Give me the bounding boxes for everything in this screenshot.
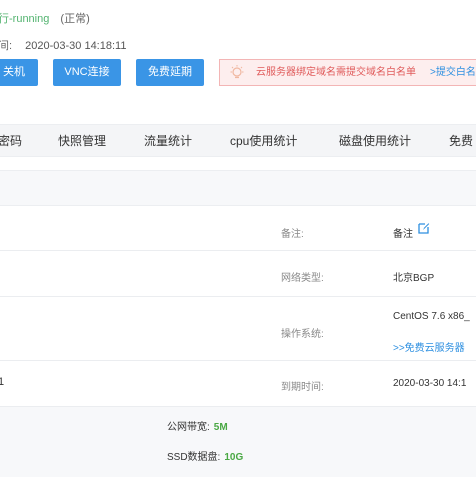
detail-tabs: 密码 快照管理 流量统计 cpu使用统计 磁盘使用统计 免费 [0,124,476,157]
os-value: CentOS 7.6 x86_ [393,311,470,322]
status-line: 行-running (正常) [0,10,90,26]
expire-time-label: 到期时间: [281,382,324,393]
tab-cpu-stats[interactable]: cpu使用统计 [230,125,297,158]
network-type-label: 网络类型: [281,273,324,284]
domain-whitelist-notice: 云服务器绑定域名需提交域名白名单 >提交白名 [219,59,476,86]
ssd-disk-value: 10G [224,452,244,463]
remark-label: 备注: [281,229,304,240]
tab-disk-stats[interactable]: 磁盘使用统计 [339,125,411,158]
network-type-value: 北京BGP [393,273,435,284]
os-label: 操作系统: [281,329,324,340]
free-server-link[interactable]: >>免费云服务器 [393,339,465,354]
left-value-fragment: 1 [0,376,5,388]
shutdown-button[interactable]: 关机 [0,59,38,86]
bandwidth-label: 公网带宽: [167,422,210,433]
row-divider [0,250,476,251]
row-divider [0,296,476,297]
tab-snapshot-management[interactable]: 快照管理 [58,125,106,158]
ssd-disk-label: SSD数据盘: [167,452,221,463]
free-renew-button[interactable]: 免费延期 [136,59,204,86]
server-detail-page: 行-running (正常) 间: 2020-03-30 14:18:11 关机… [0,0,476,477]
expire-time-value: 2020-03-30 14:1 [393,378,467,389]
row-divider [0,360,476,361]
tab-traffic-stats[interactable]: 流量统计 [144,125,192,158]
status-running-text: 行-running [0,13,50,25]
created-time-label: 间: [0,40,13,52]
tab-password[interactable]: 密码 [0,125,22,158]
lightbulb-icon [230,65,244,79]
created-time-value: 2020-03-30 14:18:11 [25,40,127,52]
vnc-connect-button[interactable]: VNC连接 [53,59,121,86]
spec-section: 公网带宽: 5M SSD数据盘: 10G [0,406,476,477]
tab-free[interactable]: 免费 [449,125,473,158]
bandwidth-spec: 公网带宽: 5M [167,418,228,433]
edit-icon[interactable] [417,222,430,235]
remark-value: 备注 [393,229,413,240]
created-time-line: 间: 2020-03-30 14:18:11 [0,37,126,53]
submit-whitelist-link[interactable]: >提交白名 [430,60,476,85]
status-normal-text: (正常) [60,13,90,25]
bandwidth-value: 5M [213,422,228,433]
notice-text: 云服务器绑定域名需提交域名白名单 [256,67,416,78]
table-header-bar [0,170,476,206]
ssd-disk-spec: SSD数据盘: 10G [167,448,243,463]
